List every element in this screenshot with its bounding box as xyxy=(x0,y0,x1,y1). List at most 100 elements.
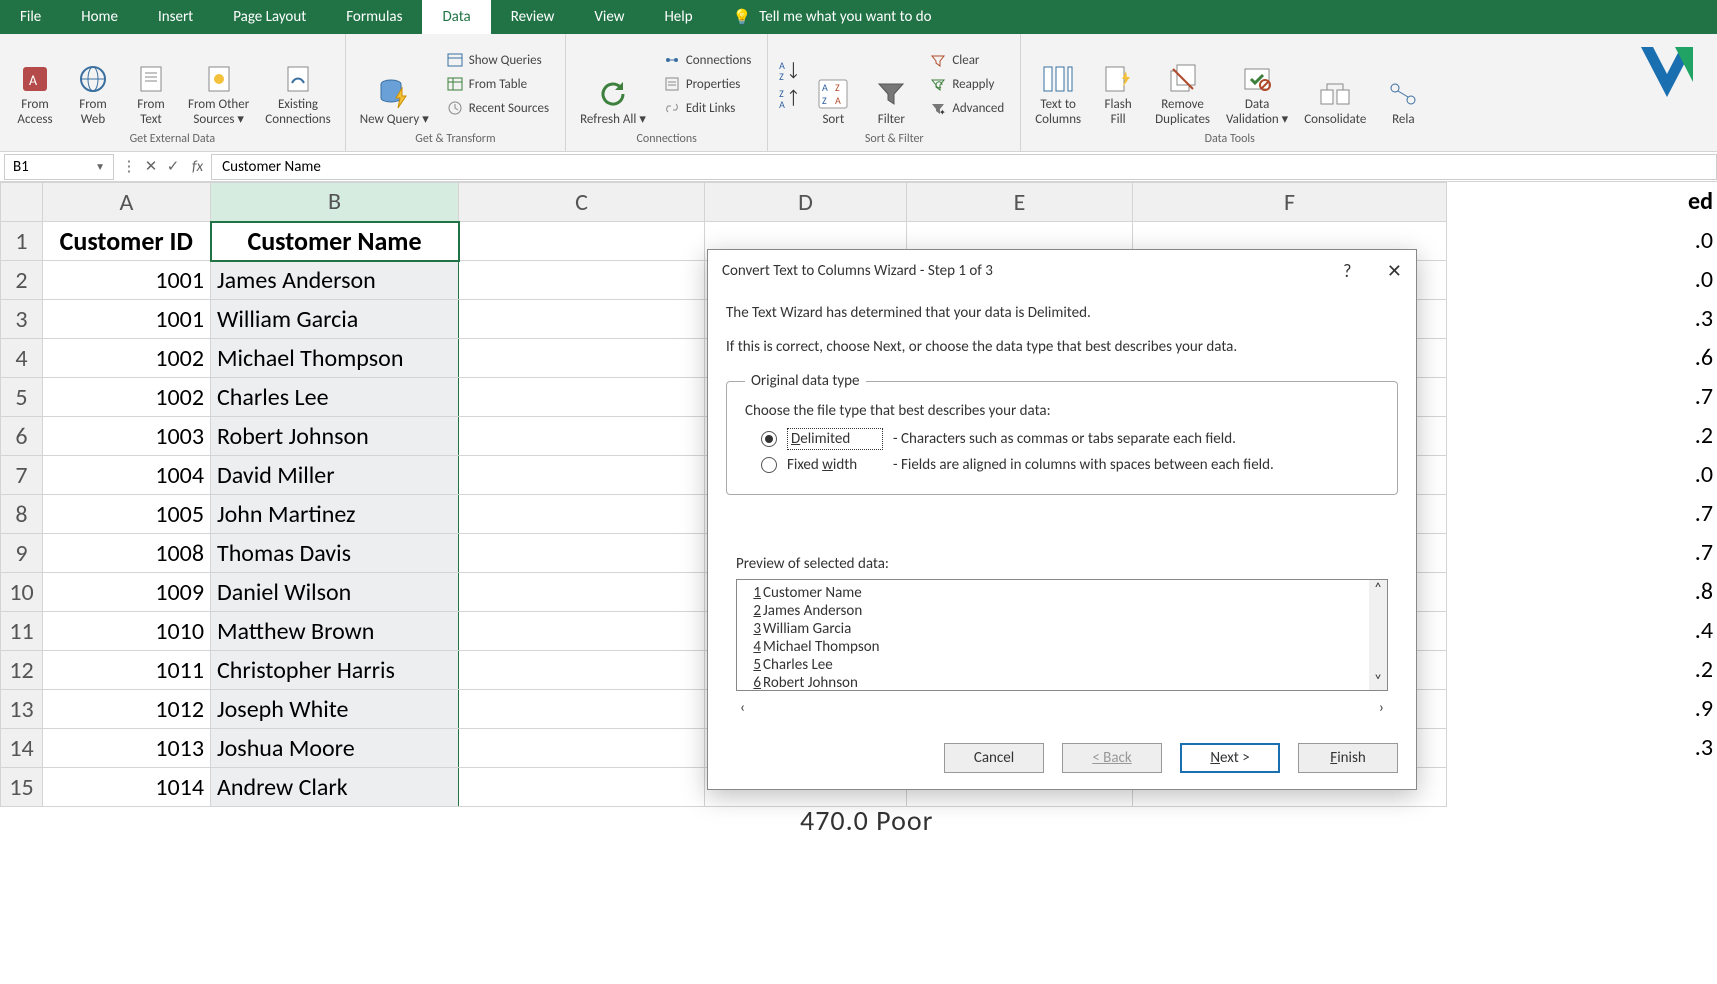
back-button[interactable]: < Back xyxy=(1062,743,1162,773)
tell-me[interactable]: 💡Tell me what you want to do xyxy=(713,0,952,34)
cell-A8[interactable]: 1005 xyxy=(43,495,211,534)
cell-A10[interactable]: 1009 xyxy=(43,573,211,612)
cell-B10[interactable]: Daniel Wilson xyxy=(211,573,459,612)
cell-A15[interactable]: 1014 xyxy=(43,768,211,807)
col-header-C[interactable]: C xyxy=(459,183,705,222)
cell-A5[interactable]: 1002 xyxy=(43,378,211,417)
tab-review[interactable]: Review xyxy=(491,0,575,34)
cell-C6[interactable] xyxy=(459,417,705,456)
relabutton[interactable]: Rela xyxy=(1378,38,1428,130)
accept-formula-button[interactable]: ✓ xyxy=(162,157,184,176)
tab-page-layout[interactable]: Page Layout xyxy=(213,0,326,34)
text-to-columnsbutton[interactable]: Text toColumns xyxy=(1031,38,1085,130)
clearbutton[interactable]: Clear xyxy=(924,49,1010,71)
col-header-B[interactable]: B xyxy=(211,183,459,222)
filter-button[interactable]: Filter xyxy=(866,38,916,130)
tab-file[interactable]: File xyxy=(0,0,61,34)
cell-B6[interactable]: Robert Johnson xyxy=(211,417,459,456)
data-validation-button[interactable]: DataValidation ▾ xyxy=(1222,38,1292,130)
tab-insert[interactable]: Insert xyxy=(138,0,213,34)
row-header[interactable]: 2 xyxy=(1,261,43,300)
cell-A3[interactable]: 1001 xyxy=(43,300,211,339)
cell-C14[interactable] xyxy=(459,729,705,768)
propertiesbutton[interactable]: Properties xyxy=(658,73,757,95)
row-header[interactable]: 8 xyxy=(1,495,43,534)
select-all-corner[interactable] xyxy=(1,183,43,222)
cell-B5[interactable]: Charles Lee xyxy=(211,378,459,417)
name-box[interactable]: B1 ▼ xyxy=(4,154,114,180)
cell-B4[interactable]: Michael Thompson xyxy=(211,339,459,378)
horizontal-scrollbar[interactable]: ‹ › xyxy=(726,697,1398,719)
cell-C9[interactable] xyxy=(459,534,705,573)
cell-A14[interactable]: 1013 xyxy=(43,729,211,768)
cell-C4[interactable] xyxy=(459,339,705,378)
row-header[interactable]: 10 xyxy=(1,573,43,612)
from-accessbutton[interactable]: AFromAccess xyxy=(10,38,60,130)
scroll-down-icon[interactable]: ˅ xyxy=(1374,672,1382,690)
cell-B12[interactable]: Christopher Harris xyxy=(211,651,459,690)
close-button[interactable]: ✕ xyxy=(1387,260,1402,282)
row-header[interactable]: 9 xyxy=(1,534,43,573)
scroll-up-icon[interactable]: ˄ xyxy=(1374,580,1382,598)
row-header[interactable]: 15 xyxy=(1,768,43,807)
row-header[interactable]: 11 xyxy=(1,612,43,651)
from-tablebutton[interactable]: From Table xyxy=(441,73,555,95)
cell-C12[interactable] xyxy=(459,651,705,690)
cell-B11[interactable]: Matthew Brown xyxy=(211,612,459,651)
from-other-sources-button[interactable]: From OtherSources ▾ xyxy=(184,38,253,130)
next-button[interactable]: Next > xyxy=(1180,743,1280,773)
cancel-button[interactable]: Cancel xyxy=(944,743,1044,773)
radio-fixed-width[interactable]: Fixed width- Fields are aligned in colum… xyxy=(761,456,1379,474)
tab-view[interactable]: View xyxy=(574,0,644,34)
connectionsbutton[interactable]: Connections xyxy=(658,49,757,71)
cell-A4[interactable]: 1002 xyxy=(43,339,211,378)
row-header[interactable]: 7 xyxy=(1,456,43,495)
cell-C7[interactable] xyxy=(459,456,705,495)
tab-formulas[interactable]: Formulas xyxy=(326,0,422,34)
sort-desc-icon[interactable]: ZA xyxy=(778,87,800,109)
flash-fillbutton[interactable]: FlashFill xyxy=(1093,38,1143,130)
cell-B1[interactable]: Customer Name xyxy=(211,222,459,261)
sort-asc-icon[interactable]: AZ xyxy=(778,59,800,81)
row-header[interactable]: 6 xyxy=(1,417,43,456)
advancedbutton[interactable]: ✦Advanced xyxy=(924,97,1010,119)
cell-C15[interactable] xyxy=(459,768,705,807)
cancel-formula-button[interactable]: ✕ xyxy=(140,157,162,176)
col-header-D[interactable]: D xyxy=(705,183,907,222)
cell-A11[interactable]: 1010 xyxy=(43,612,211,651)
radio-delimited[interactable]: Delimited- Characters such as commas or … xyxy=(761,428,1379,450)
cell-A7[interactable]: 1004 xyxy=(43,456,211,495)
cell-B9[interactable]: Thomas Davis xyxy=(211,534,459,573)
existing-connectionsbutton[interactable]: ExistingConnections xyxy=(261,38,334,130)
refresh-all-button[interactable]: Refresh All ▾ xyxy=(576,38,650,130)
cell-C5[interactable] xyxy=(459,378,705,417)
cell-C2[interactable] xyxy=(459,261,705,300)
cell-C10[interactable] xyxy=(459,573,705,612)
tab-help[interactable]: Help xyxy=(644,0,712,34)
scroll-left-icon[interactable]: ‹ xyxy=(740,699,745,717)
row-header[interactable]: 3 xyxy=(1,300,43,339)
cell-B15[interactable]: Andrew Clark xyxy=(211,768,459,807)
cell-B3[interactable]: William Garcia xyxy=(211,300,459,339)
cell-B13[interactable]: Joseph White xyxy=(211,690,459,729)
help-button[interactable]: ? xyxy=(1343,260,1351,282)
cell-A13[interactable]: 1012 xyxy=(43,690,211,729)
col-header-F[interactable]: F xyxy=(1133,183,1447,222)
vertical-scrollbar[interactable]: ˄ ˅ xyxy=(1369,580,1387,690)
consolidatebutton[interactable]: Consolidate xyxy=(1300,38,1370,130)
row-header[interactable]: 1 xyxy=(1,222,43,261)
row-header[interactable]: 13 xyxy=(1,690,43,729)
scroll-right-icon[interactable]: › xyxy=(1379,699,1384,717)
row-header[interactable]: 4 xyxy=(1,339,43,378)
cell-B14[interactable]: Joshua Moore xyxy=(211,729,459,768)
col-header-E[interactable]: E xyxy=(907,183,1133,222)
col-header-A[interactable]: A xyxy=(43,183,211,222)
cell-A12[interactable]: 1011 xyxy=(43,651,211,690)
fx-icon[interactable]: fx xyxy=(192,158,203,176)
cell-B8[interactable]: John Martinez xyxy=(211,495,459,534)
recent-sourcesbutton[interactable]: Recent Sources xyxy=(441,97,555,119)
edit-linksbutton[interactable]: Edit Links xyxy=(658,97,757,119)
cell-C8[interactable] xyxy=(459,495,705,534)
cell-B7[interactable]: David Miller xyxy=(211,456,459,495)
from-webbutton[interactable]: FromWeb xyxy=(68,38,118,130)
